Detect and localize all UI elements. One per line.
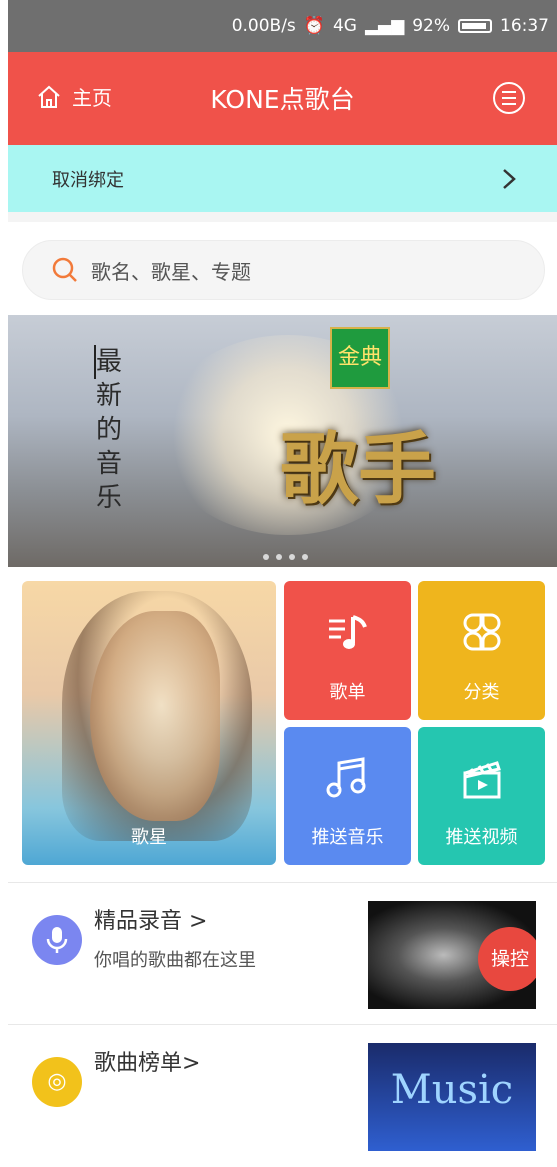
menu-button[interactable] [493,82,525,114]
playlist-label: 歌单 [329,682,366,703]
app-header: 主页 KONE点歌台 [8,52,557,145]
push-music-tile[interactable]: 推送音乐 [284,727,411,865]
search-input[interactable]: 歌名、歌星、专题 [22,240,545,300]
playlist-tile[interactable]: 歌单 [284,581,411,720]
network-speed: 0.00B/s [231,16,296,36]
menu-icon [502,91,516,93]
recordings-title: 精品录音 > [94,909,208,934]
push-music-label: 推送音乐 [311,827,384,848]
chart-icon: ◎ [32,1057,82,1107]
push-video-label: 推送视频 [445,827,518,848]
chevron-right-icon [503,168,516,189]
music-note-icon [284,753,411,817]
singer-tile[interactable]: 歌星 [22,581,276,865]
unbind-label: 取消绑定 [52,169,124,191]
search-icon [52,257,77,282]
clapperboard-icon [418,753,545,817]
carousel-indicator [263,554,308,560]
category-label: 分类 [463,682,500,703]
singer-label: 歌星 [131,827,167,848]
control-button[interactable]: 操控 [478,927,536,991]
network-type: 4G [332,16,357,36]
search-placeholder: 歌名、歌星、专题 [91,259,251,284]
battery-level: 92% [412,16,450,36]
recordings-thumbnail: 操控 [368,901,536,1009]
category-tile[interactable]: 分类 [418,581,545,720]
charts-title: 歌曲榜单> [94,1051,201,1076]
page-title: KONE点歌台 [210,85,355,114]
banner-vertical-text: 最新的音乐 [95,347,122,513]
push-video-tile[interactable]: 推送视频 [418,727,545,865]
banner-title: 歌手 [279,425,436,515]
microphone-icon [32,915,82,965]
list-item-recordings[interactable]: 精品录音 > 你唱的歌曲都在这里 操控 [8,883,557,1025]
divider [8,212,557,222]
banner-carousel[interactable]: 最新的音乐 金典 歌手 [8,315,557,567]
banner-logo: 金典 [330,327,390,389]
alarm-icon: ⏰ [303,16,325,36]
clock: 16:37 [500,16,549,36]
status-bar: 0.00B/s ⏰ 4G ▂▄▆ 92% 16:37 [8,0,557,52]
unbind-bar[interactable]: 取消绑定 [8,145,557,212]
charts-thumbnail: Music [368,1043,536,1151]
singer-image [90,611,220,821]
category-icon [418,607,545,671]
signal-icon: ▂▄▆ [364,16,405,36]
battery-icon [458,19,492,33]
recordings-subtitle: 你唱的歌曲都在这里 [94,950,256,971]
playlist-icon [284,607,411,671]
list-item-charts[interactable]: ◎ 歌曲榜单> Music [8,1025,557,1167]
